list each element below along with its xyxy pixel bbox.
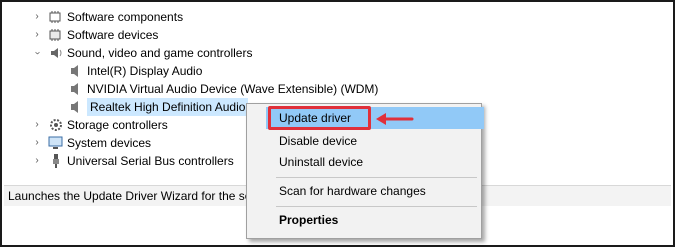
usb-plug-icon [53,154,59,168]
speaker-icon [71,65,78,77]
tree-item-label: NVIDIA Virtual Audio Device (Wave Extens… [87,82,379,96]
menu-item-label: Scan for hardware changes [279,184,426,198]
tree-item-software-components[interactable]: › Software components [2,8,402,26]
chevron-down-icon[interactable]: › [28,48,46,58]
tree-item-storage-controllers[interactable]: › Storage controllers [2,116,247,134]
tree-item-label: Intel(R) Display Audio [87,64,203,78]
menu-item-label: Disable device [279,134,358,148]
tree-item-label: Software components [67,10,184,24]
tree-item-label: Sound, video and game controllers [67,46,253,60]
software-devices-icon [49,29,61,41]
tree-item-label: Universal Serial Bus controllers [67,154,234,168]
chevron-right-icon[interactable]: › [32,152,42,170]
menu-item-properties[interactable]: Properties [266,209,338,231]
menu-item-label: Uninstall device [279,155,364,169]
menu-item-scan-hardware[interactable]: Scan for hardware changes [266,180,426,202]
software-components-icon [49,11,61,23]
tree-item-label: Storage controllers [67,118,168,132]
annotation-arrow-icon [376,113,414,125]
monitor-icon [48,136,63,149]
tree-item-label: System devices [67,136,152,150]
tree-item-software-devices[interactable]: › Software devices [2,26,402,44]
tree-item-system-devices[interactable]: › System devices [2,134,247,152]
chevron-right-icon[interactable]: › [32,26,42,44]
tree-item-label: Realtek High Definition Audio [87,98,249,116]
status-text: Launches the Update Driver Wizard for th… [8,189,261,203]
speaker-icon [51,48,62,58]
storage-gear-icon [50,119,62,131]
menu-separator [276,177,477,178]
menu-separator [276,206,477,207]
tree-item-intel-display-audio[interactable]: Intel(R) Display Audio [2,62,402,80]
speaker-icon [71,101,78,113]
menu-item-disable-device[interactable]: Disable device [266,130,357,152]
menu-item-uninstall-device[interactable]: Uninstall device [266,151,363,173]
tree-item-nvidia-virtual-audio[interactable]: NVIDIA Virtual Audio Device (Wave Extens… [2,80,402,98]
chevron-right-icon[interactable]: › [32,134,42,152]
speaker-icon [71,83,78,95]
chevron-right-icon[interactable]: › [32,116,42,134]
annotation-highlight-box [268,106,371,130]
tree-item-label: Software devices [67,28,159,42]
tree-item-sound-video-game[interactable]: › Sound, video and game controllers [2,44,402,62]
menu-item-label: Properties [279,213,339,227]
chevron-right-icon[interactable]: › [32,8,42,26]
tree-item-usb-controllers[interactable]: › Universal Serial Bus controllers [2,152,247,170]
